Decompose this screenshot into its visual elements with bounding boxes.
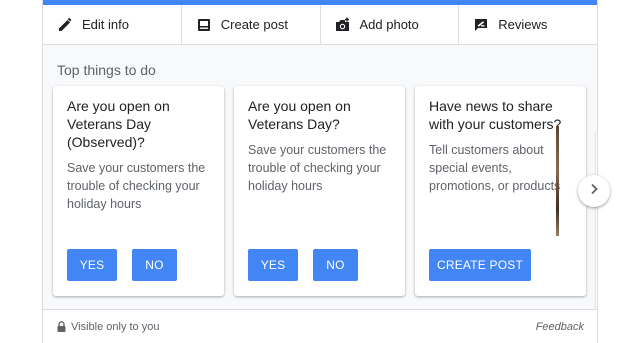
edit-info-button[interactable]: Edit info: [43, 5, 182, 44]
reviews-icon: [473, 17, 489, 33]
visibility-label: Visible only to you: [71, 320, 160, 333]
yes-button[interactable]: YES: [248, 249, 298, 281]
section-title: Top things to do: [57, 62, 156, 78]
add-photo-button[interactable]: Add photo: [321, 5, 460, 44]
veterans-day-card: Are you open on Veterans Day? Save your …: [234, 86, 405, 296]
no-button[interactable]: NO: [313, 249, 358, 281]
top-things-section: Top things to do Are you open on Veteran…: [43, 45, 597, 310]
lock-icon: [57, 321, 66, 332]
post-icon: [196, 17, 212, 33]
card-title: Have news to share with your customers?: [429, 98, 562, 132]
veterans-day-observed-card: Are you open on Veterans Day (Observed)?…: [53, 86, 224, 296]
create-post-label: Create post: [220, 17, 288, 32]
reviews-label: Reviews: [498, 17, 548, 32]
card-text: Tell customers about special events, pro…: [429, 143, 561, 193]
action-toolbar: Edit info Create post Add photo Reviews: [43, 5, 597, 45]
panel-footer: Visible only to you Feedback: [43, 310, 597, 343]
card-title: Are you open on Veterans Day?: [248, 98, 351, 132]
visibility-note: Visible only to you: [57, 321, 159, 333]
card-text: Save your customers the trouble of check…: [67, 161, 206, 211]
next-card-photo: [556, 126, 559, 236]
edit-info-label: Edit info: [82, 17, 129, 32]
no-button[interactable]: NO: [132, 249, 177, 281]
add-photo-icon: [335, 17, 351, 33]
feedback-link[interactable]: Feedback: [536, 321, 584, 333]
add-photo-label: Add photo: [359, 17, 419, 32]
card-title: Are you open on Veterans Day (Observed)?: [67, 98, 170, 150]
next-card-edge: [596, 131, 597, 309]
reviews-button[interactable]: Reviews: [459, 5, 597, 44]
create-post-cta-button[interactable]: CREATE POST: [429, 249, 531, 281]
share-news-card: Have news to share with your customers? …: [415, 86, 586, 296]
create-post-button[interactable]: Create post: [182, 5, 321, 44]
card-text: Save your customers the trouble of check…: [248, 143, 387, 193]
business-panel: Edit info Create post Add photo Reviews …: [42, 0, 598, 343]
pencil-icon: [57, 17, 73, 33]
chevron-right-icon: [588, 182, 600, 200]
yes-button[interactable]: YES: [67, 249, 117, 281]
next-cards-button[interactable]: [578, 175, 610, 207]
